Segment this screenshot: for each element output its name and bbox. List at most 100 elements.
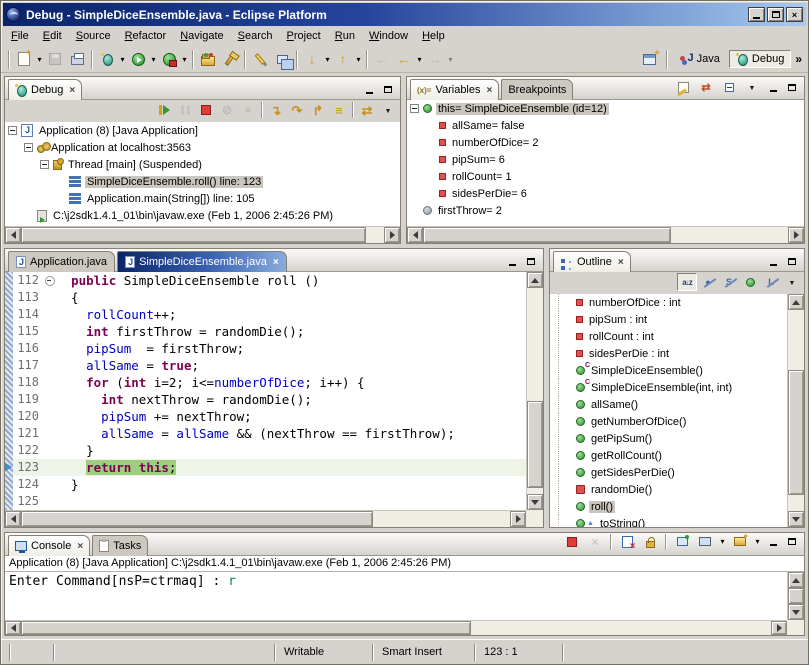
outline-item[interactable]: ▲ toString(): [550, 515, 787, 527]
code-line[interactable]: 123 return this;: [5, 459, 526, 476]
next-annotation-button[interactable]: ↓: [301, 49, 323, 70]
clear-console-button[interactable]: [617, 533, 637, 551]
fold-column[interactable]: [43, 357, 56, 374]
fold-column[interactable]: [43, 289, 56, 306]
editor-ruler-cell[interactable]: [5, 442, 13, 459]
outline-item[interactable]: ▲ getNumberOfDice(): [550, 413, 787, 430]
mark-occurrences-button[interactable]: [249, 49, 271, 70]
tree-expander-icon[interactable]: [410, 104, 419, 113]
outline-maximize-button[interactable]: [784, 254, 800, 268]
console-horizontal-scrollbar[interactable]: [5, 620, 787, 635]
forward-button[interactable]: →: [424, 49, 446, 70]
editor-ruler-cell[interactable]: [5, 408, 13, 425]
debug-horizontal-scrollbar[interactable]: [5, 226, 400, 243]
console-maximize-button[interactable]: [784, 535, 800, 549]
scroll-right-button[interactable]: [771, 621, 787, 635]
fold-column[interactable]: [43, 374, 56, 391]
editor-ruler-cell[interactable]: [5, 340, 13, 357]
fold-column[interactable]: [43, 306, 56, 323]
back-dropdown[interactable]: [415, 49, 424, 70]
fold-column[interactable]: [43, 425, 56, 442]
hide-static-button[interactable]: S: [719, 273, 739, 291]
open-perspective-button[interactable]: [639, 49, 661, 70]
editor-tab[interactable]: Application.java: [8, 251, 115, 272]
editor-vertical-scrollbar[interactable]: [526, 272, 543, 510]
editor-maximize-button[interactable]: [523, 254, 539, 268]
tree-row[interactable]: firstThrow= 2: [407, 202, 804, 219]
console-output[interactable]: Enter Command[nsP=ctrmaq] : r: [5, 572, 787, 620]
last-edit-location-button[interactable]: ←: [371, 49, 393, 70]
maximize-button[interactable]: [767, 7, 784, 22]
code-line[interactable]: 120 pipSum += nextThrow;: [5, 408, 526, 425]
code-line[interactable]: 113 {: [5, 289, 526, 306]
outline-item[interactable]: ▲ sidesPerDie : int: [550, 345, 787, 362]
code-line[interactable]: 115 int firstThrow = randomDie();: [5, 323, 526, 340]
title-bar[interactable]: Debug - SimpleDiceEnsemble.java - Eclips…: [3, 3, 806, 26]
debug-dropdown[interactable]: [118, 49, 127, 70]
save-button[interactable]: [44, 49, 66, 70]
fold-column[interactable]: [43, 408, 56, 425]
code-line[interactable]: 117 allSame = true;: [5, 357, 526, 374]
fold-column[interactable]: [43, 391, 56, 408]
previous-annotation-dropdown[interactable]: [354, 49, 363, 70]
editor-tab[interactable]: SimpleDiceEnsemble.java ×: [117, 251, 287, 272]
outline-item[interactable]: ▲ allSame(): [550, 396, 787, 413]
hide-fields-button[interactable]: ●: [698, 273, 718, 291]
code-line[interactable]: 124 }: [5, 476, 526, 493]
new-wizard-button[interactable]: [13, 49, 35, 70]
outline-item[interactable]: ▲ randomDie(): [550, 481, 787, 498]
editor-ruler-cell[interactable]: [5, 374, 13, 391]
variables-horizontal-scrollbar[interactable]: [407, 226, 804, 243]
tree-row[interactable]: numberOfDice= 2: [407, 134, 804, 151]
code-line[interactable]: 118 for (int i=2; i<=numberOfDice; i++) …: [5, 374, 526, 391]
fold-column[interactable]: [43, 459, 56, 476]
remove-launch-button[interactable]: ×: [585, 533, 605, 551]
debug-view-menu-button[interactable]: [378, 101, 398, 119]
variables-tab-close-icon[interactable]: ×: [487, 85, 493, 96]
run-button[interactable]: [127, 49, 149, 70]
tab-outline[interactable]: Outline ×: [553, 251, 631, 272]
display-console-button[interactable]: [695, 533, 715, 551]
editor-ruler-cell[interactable]: [5, 306, 13, 323]
pin-console-button[interactable]: [672, 533, 692, 551]
fold-column[interactable]: [43, 442, 56, 459]
remove-terminated-button[interactable]: ×: [238, 101, 258, 119]
menu-refactor[interactable]: Refactor: [119, 28, 173, 44]
editor-ruler-cell[interactable]: [5, 323, 13, 340]
scroll-up-button[interactable]: [527, 272, 543, 288]
scroll-left-button[interactable]: [5, 227, 21, 243]
scroll-down-button[interactable]: [788, 604, 804, 620]
collapse-all-button[interactable]: [719, 78, 739, 96]
menu-file[interactable]: File: [5, 28, 35, 44]
tree-expander-icon[interactable]: [8, 126, 17, 135]
scroll-right-button[interactable]: [384, 227, 400, 243]
outline-vertical-scrollbar[interactable]: [787, 294, 804, 527]
menu-search[interactable]: Search: [232, 28, 279, 44]
scroll-left-button[interactable]: [5, 511, 21, 527]
sort-button[interactable]: [677, 273, 697, 291]
editor-ruler-cell[interactable]: [5, 289, 13, 306]
menu-help[interactable]: Help: [416, 28, 451, 44]
tab-variables[interactable]: Variables ×: [410, 79, 499, 100]
editor-horizontal-scrollbar[interactable]: [5, 510, 526, 527]
code-line[interactable]: 112 public SimpleDiceEnsemble roll (): [5, 272, 526, 289]
run-dropdown[interactable]: [149, 49, 158, 70]
perspective-debug-button[interactable]: Debug: [729, 50, 791, 68]
outline-minimize-button[interactable]: [765, 254, 781, 268]
hide-local-types-button[interactable]: L: [761, 273, 781, 291]
variables-minimize-button[interactable]: [765, 80, 781, 94]
menu-source[interactable]: Source: [70, 28, 117, 44]
outline-item[interactable]: ▲ getSidesPerDie(): [550, 464, 787, 481]
scroll-down-button[interactable]: [788, 511, 804, 527]
tree-row[interactable]: rollCount= 1: [407, 168, 804, 185]
suspend-button[interactable]: [175, 101, 195, 119]
console-terminate-button[interactable]: [562, 533, 582, 551]
show-type-names-button[interactable]: [673, 78, 693, 96]
variables-view-menu-button[interactable]: [742, 78, 762, 96]
outline-tab-close-icon[interactable]: ×: [618, 257, 624, 268]
editor-ruler-cell[interactable]: [5, 391, 13, 408]
tree-row[interactable]: sidesPerDie= 6: [407, 185, 804, 202]
code-line[interactable]: 116 pipSum = firstThrow;: [5, 340, 526, 357]
scroll-left-button[interactable]: [407, 227, 423, 243]
step-into-button[interactable]: ↴: [266, 101, 286, 119]
